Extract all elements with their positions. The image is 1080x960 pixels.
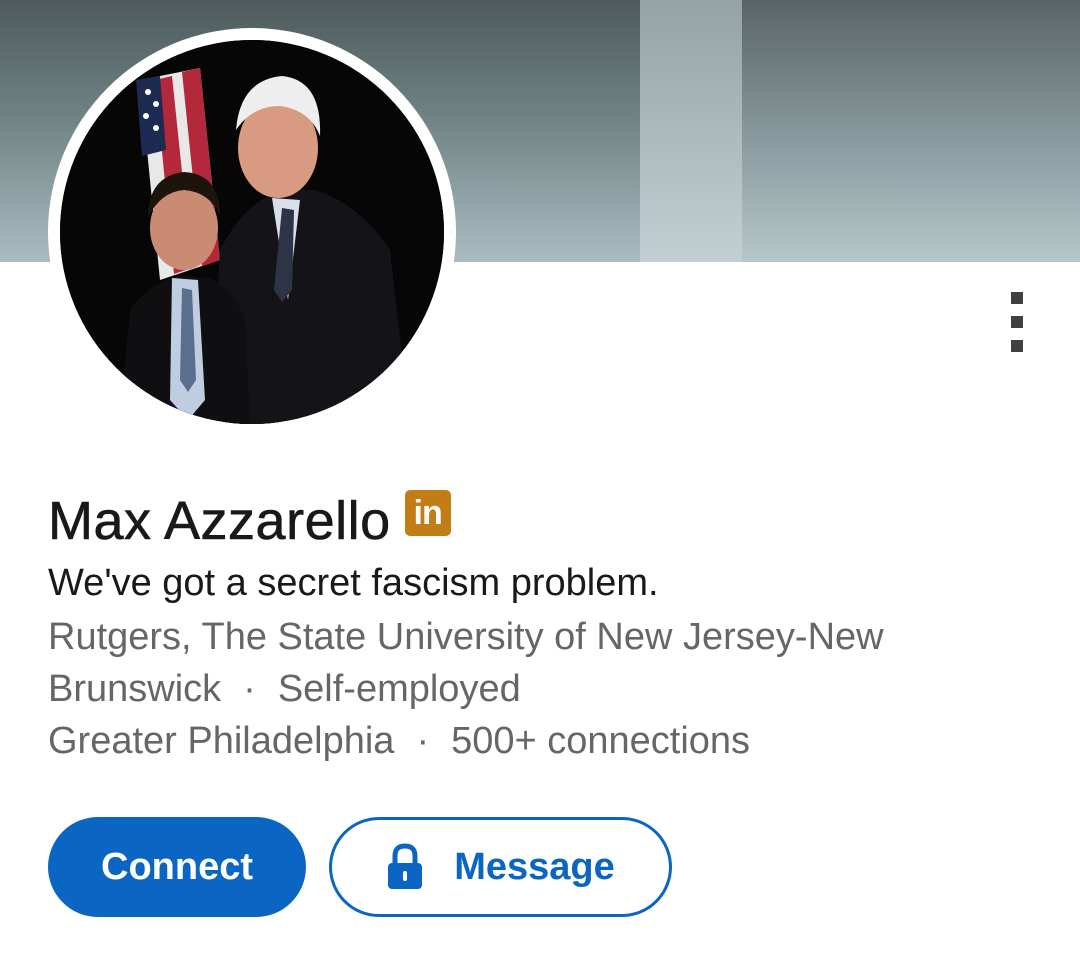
location-text: Greater Philadelphia xyxy=(48,720,395,762)
message-button-label: Message xyxy=(454,845,615,888)
profile-avatar[interactable] xyxy=(48,28,456,436)
separator-dot: · xyxy=(416,720,430,762)
linkedin-icon: in xyxy=(404,490,451,536)
location-connections-line: Greater Philadelphia · 500+ connections xyxy=(48,714,750,768)
more-options-icon[interactable] xyxy=(996,286,1038,358)
education-line: Rutgers, The State University of New Jer… xyxy=(48,610,884,664)
more-dot xyxy=(1011,340,1023,352)
more-dot xyxy=(1011,316,1023,328)
profile-name: Max Azzarello xyxy=(48,491,391,552)
cover-decoration-right xyxy=(742,0,1080,262)
message-button[interactable]: Message xyxy=(329,817,672,917)
avatar-photo xyxy=(60,40,444,424)
profile-headline: We've got a secret fascism problem. xyxy=(48,562,659,604)
education-text: Rutgers, The State University of New Jer… xyxy=(48,616,884,658)
profile-page: Max Azzarello in We've got a secret fasc… xyxy=(0,0,1080,960)
name-row: Max Azzarello in xyxy=(48,488,451,554)
employment-text: Self-employed xyxy=(277,668,521,710)
lock-icon xyxy=(388,843,423,889)
connect-button-label: Connect xyxy=(101,845,253,888)
connections-link[interactable]: 500+ connections xyxy=(451,720,750,762)
more-dot xyxy=(1011,292,1023,304)
connect-button[interactable]: Connect xyxy=(48,817,306,917)
education-employment-line: Brunswick · Self-employed xyxy=(48,662,521,716)
separator-dot: · xyxy=(243,668,256,710)
education-text-continued: Brunswick xyxy=(48,668,222,710)
avatar-image xyxy=(60,40,444,424)
